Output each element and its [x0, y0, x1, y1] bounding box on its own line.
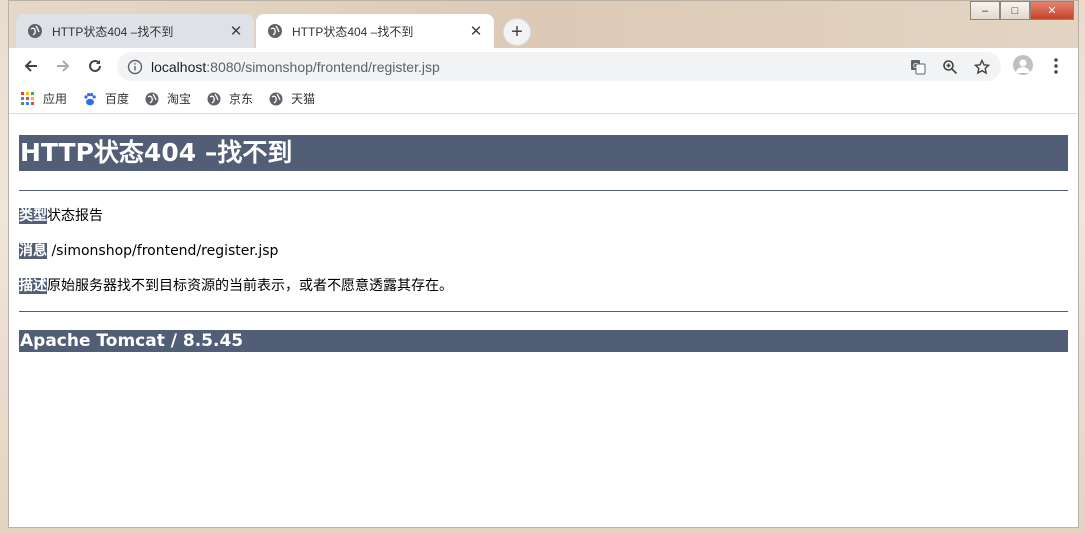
- type-value: 状态报告: [47, 208, 103, 224]
- star-icon[interactable]: [973, 58, 991, 76]
- description-row: 描述原始服务器找不到目标资源的当前表示，或者不愿意透露其存在。: [19, 278, 1068, 295]
- forward-icon[interactable]: [52, 55, 74, 77]
- bookmark-label: 京东: [229, 92, 254, 106]
- bookmark-tmall[interactable]: 天猫: [269, 90, 315, 107]
- bookmark-label: 应用: [43, 92, 68, 106]
- bookmark-label: 百度: [105, 92, 130, 106]
- bookmark-taobao[interactable]: 淘宝: [145, 90, 191, 107]
- url-host: localhost: [151, 58, 207, 75]
- tab-title: HTTP状态404 –找不到: [52, 24, 174, 39]
- page-content: HTTP状态404 –找不到 类型状态报告 消息 /simonshop/fron…: [9, 115, 1078, 527]
- bookmark-apps[interactable]: 应用: [21, 90, 67, 107]
- new-tab-button[interactable]: +: [503, 18, 531, 46]
- divider: [19, 311, 1068, 312]
- message-label: 消息: [19, 243, 47, 259]
- tab-inactive[interactable]: HTTP状态404 –找不到 ✕: [16, 14, 254, 48]
- tab-close-icon[interactable]: ✕: [468, 22, 484, 40]
- apps-grid-icon: [21, 91, 35, 106]
- info-icon[interactable]: [127, 59, 143, 75]
- bookmark-label: 淘宝: [167, 92, 192, 106]
- maximize-button[interactable]: □: [1000, 1, 1030, 20]
- tab-strip: – □ ✕ HTTP状态404 –找不到 ✕ HTTP状态404 –找不到 ✕ …: [9, 1, 1078, 48]
- close-window-button[interactable]: ✕: [1030, 1, 1074, 20]
- type-row: 类型状态报告: [19, 208, 1068, 225]
- globe-icon: [28, 24, 42, 38]
- globe-icon: [145, 92, 159, 106]
- bookmark-baidu[interactable]: 百度: [83, 90, 129, 107]
- bookmark-jd[interactable]: 京东: [207, 90, 253, 107]
- message-row: 消息 /simonshop/frontend/register.jsp: [19, 243, 1068, 260]
- bookmark-label: 天猫: [291, 92, 316, 106]
- tab-close-icon[interactable]: ✕: [228, 22, 244, 40]
- tab-title: HTTP状态404 –找不到: [292, 24, 414, 39]
- url-text: localhost:8080/simonshop/frontend/regist…: [151, 59, 440, 75]
- bookmarks-bar: 应用 百度 淘宝 京东 天猫: [9, 84, 1078, 114]
- type-label: 类型: [19, 208, 47, 224]
- menu-icon[interactable]: [1047, 56, 1065, 76]
- omnibox-actions: G: [909, 58, 991, 76]
- baidu-paw-icon: [83, 92, 97, 106]
- description-label: 描述: [19, 278, 47, 294]
- back-icon[interactable]: [20, 55, 42, 77]
- svg-text:G: G: [913, 62, 918, 70]
- page-title: HTTP状态404 –找不到: [19, 135, 1068, 171]
- description-value: 原始服务器找不到目标资源的当前表示，或者不愿意透露其存在。: [47, 278, 453, 294]
- browser-toolbar: localhost:8080/simonshop/frontend/regist…: [9, 48, 1078, 84]
- globe-icon: [269, 92, 283, 106]
- translate-icon[interactable]: G: [909, 58, 927, 76]
- profile-icon[interactable]: [1013, 55, 1033, 75]
- browser-window: – □ ✕ HTTP状态404 –找不到 ✕ HTTP状态404 –找不到 ✕ …: [8, 0, 1079, 528]
- message-value: /simonshop/frontend/register.jsp: [47, 243, 279, 259]
- url-path: :8080/simonshop/frontend/register.jsp: [206, 58, 440, 75]
- globe-icon: [207, 92, 221, 106]
- tab-active[interactable]: HTTP状态404 –找不到 ✕: [256, 14, 494, 48]
- server-footer: Apache Tomcat / 8.5.45: [19, 330, 1068, 352]
- reload-icon[interactable]: [84, 55, 106, 77]
- zoom-icon[interactable]: [941, 58, 959, 76]
- globe-icon: [268, 24, 282, 38]
- address-bar[interactable]: localhost:8080/simonshop/frontend/regist…: [117, 52, 1001, 81]
- window-controls: – □ ✕: [970, 1, 1074, 20]
- divider: [19, 190, 1068, 191]
- minimize-button[interactable]: –: [970, 1, 1000, 20]
